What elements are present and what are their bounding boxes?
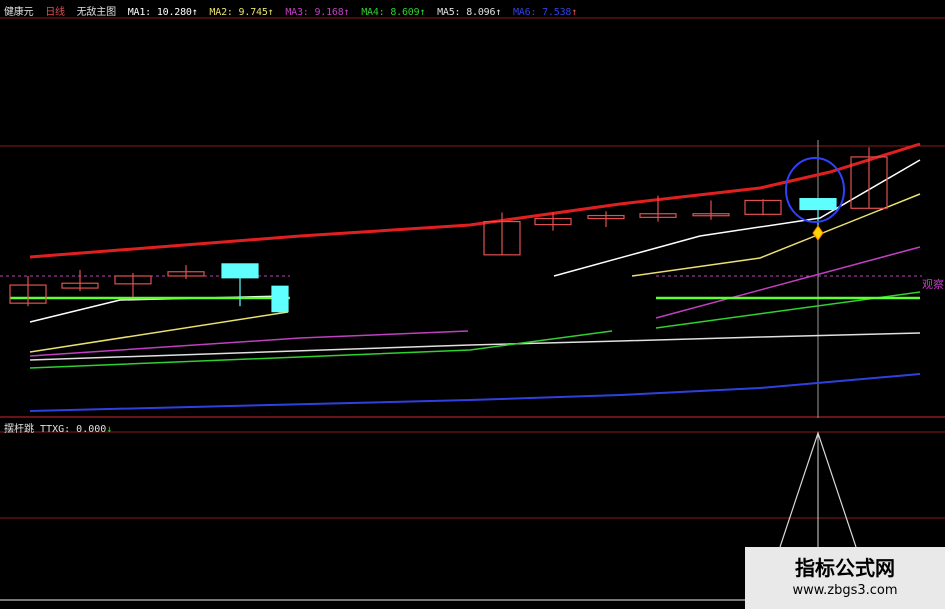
signal-circle bbox=[785, 157, 845, 223]
ma-lines bbox=[10, 142, 921, 412]
indicator-value: 0.000 bbox=[76, 424, 107, 435]
kline-chart bbox=[0, 17, 945, 601]
signal-diamond bbox=[812, 225, 824, 241]
candle-body bbox=[799, 198, 837, 211]
ma2-readout: MA2: 9.745↑ bbox=[209, 7, 274, 18]
candles bbox=[9, 147, 888, 313]
ma6-readout: MA6: 7.538↑ bbox=[512, 7, 578, 18]
candle-body bbox=[271, 285, 289, 313]
ma3-readout: MA3: 9.168↑ bbox=[285, 7, 350, 18]
indicator-label: TTXG: bbox=[40, 424, 71, 435]
indicator-header: 摆杆跳 TTXG: 0.000↓ bbox=[4, 420, 112, 435]
chart-header: 健康元 日线 无敌主图 MA1: 10.280↑ MA2: 9.745↑ MA3… bbox=[4, 3, 583, 18]
ma5-readout: MA5: 8.096↑ bbox=[437, 7, 502, 18]
watermark: 指标公式网 www.zbgs3.com bbox=[745, 547, 945, 609]
side-label: 观察 bbox=[922, 278, 944, 291]
watermark-url: www.zbgs3.com bbox=[792, 583, 898, 598]
indicator-name: 摆杆跳 bbox=[4, 424, 34, 435]
ma4-readout: MA4: 8.609↑ bbox=[361, 7, 426, 18]
template-name: 无敌主图 bbox=[76, 7, 116, 18]
ma1-readout: MA1: 10.280↑ bbox=[127, 7, 198, 18]
ma6-line bbox=[29, 373, 921, 412]
candle-body bbox=[221, 263, 259, 279]
ma3-line-right bbox=[655, 246, 921, 319]
panel-borders bbox=[0, 17, 945, 601]
period-label: 日线 bbox=[45, 7, 65, 18]
watermark-title: 指标公式网 bbox=[795, 556, 895, 580]
ma2-line-right bbox=[631, 193, 921, 277]
ma2-line bbox=[29, 311, 289, 353]
stock-name: 健康元 bbox=[4, 7, 34, 18]
indicator-arrow: ↓ bbox=[106, 424, 113, 435]
